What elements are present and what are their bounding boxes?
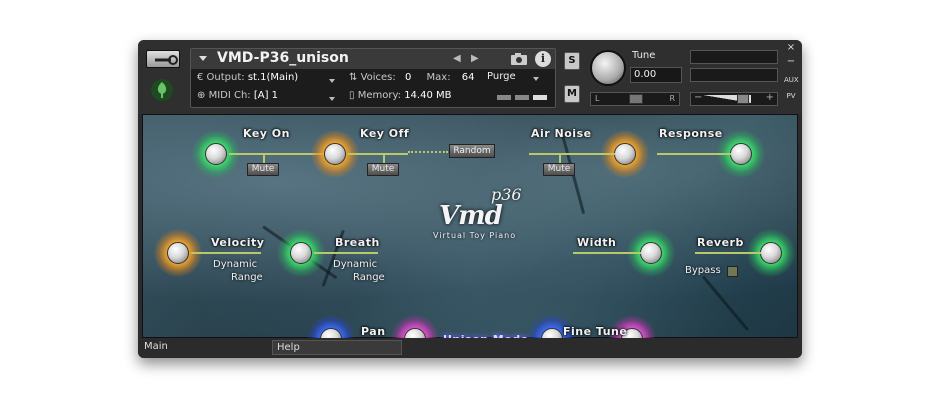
camera-snapshot-icon[interactable] bbox=[509, 51, 529, 67]
key-off-mute-button[interactable]: Mute bbox=[367, 163, 399, 176]
mute-button[interactable]: M bbox=[564, 85, 580, 103]
instrument-title-row: VMD-P36_unison ◀ ▶ i bbox=[191, 49, 555, 69]
help-field[interactable]: Help bbox=[272, 340, 402, 355]
reverb-knob[interactable] bbox=[760, 242, 782, 264]
volume-plus-label: + bbox=[765, 92, 774, 103]
velocity-line bbox=[191, 252, 261, 254]
edit-wrench-button[interactable] bbox=[146, 50, 180, 68]
key-off-label: Key Off bbox=[360, 127, 410, 140]
velocity-knob[interactable] bbox=[167, 242, 189, 264]
main-tab[interactable]: Main bbox=[144, 341, 168, 352]
minimize-button[interactable]: − bbox=[784, 56, 798, 67]
pan-left-label: L bbox=[595, 94, 600, 103]
output-row[interactable]: € Output: st.1(Main) bbox=[197, 72, 298, 88]
logo-brand: Vmd bbox=[439, 201, 503, 231]
voices-value: 0 bbox=[404, 72, 412, 83]
air-noise-label: Air Noise bbox=[531, 127, 592, 140]
peak-meter-right bbox=[690, 68, 778, 82]
tree-logo-icon bbox=[151, 79, 173, 101]
instrument-footer: Main Help bbox=[138, 338, 802, 358]
close-button[interactable]: × bbox=[784, 42, 798, 53]
width-knob[interactable] bbox=[640, 242, 662, 264]
key-off-dotted-line bbox=[408, 151, 448, 153]
pan-right-label: R bbox=[669, 94, 675, 103]
wrench-icon bbox=[155, 55, 178, 65]
reverb-label: Reverb bbox=[697, 236, 744, 249]
air-noise-line bbox=[529, 153, 615, 155]
response-knob[interactable] bbox=[730, 143, 752, 165]
next-instrument-arrow-icon[interactable]: ▶ bbox=[471, 53, 479, 64]
tune-value[interactable]: 0.00 bbox=[630, 67, 682, 83]
key-on-mute-stem bbox=[263, 153, 265, 163]
kontakt-instrument-window: VMD-P36_unison ◀ ▶ i € Output: st.1(Main… bbox=[138, 40, 802, 358]
reverb-bypass-checkbox[interactable] bbox=[727, 266, 738, 277]
width-line bbox=[573, 252, 641, 254]
midi-dropdown-icon[interactable] bbox=[329, 97, 335, 101]
random-button[interactable]: Random bbox=[449, 144, 495, 158]
output-value[interactable]: st.1(Main) bbox=[248, 72, 298, 83]
pan-slider[interactable]: L R bbox=[590, 92, 680, 106]
response-line bbox=[657, 153, 731, 155]
pv-button[interactable]: PV bbox=[784, 92, 798, 100]
air-noise-mute-button[interactable]: Mute bbox=[543, 163, 575, 176]
instrument-name[interactable]: VMD-P36_unison bbox=[217, 50, 349, 66]
purge-menu-button[interactable]: Purge bbox=[487, 71, 549, 87]
response-label: Response bbox=[659, 127, 723, 140]
key-on-mute-button[interactable]: Mute bbox=[247, 163, 279, 176]
velocity-range-label: Range bbox=[231, 272, 263, 283]
instrument-menu-arrow-icon[interactable] bbox=[199, 56, 207, 61]
breath-knob[interactable] bbox=[290, 242, 312, 264]
pan-slider-handle[interactable] bbox=[629, 94, 643, 104]
ram-meter bbox=[533, 95, 547, 100]
prev-instrument-arrow-icon[interactable]: ◀ bbox=[453, 53, 461, 64]
breath-range-label: Range bbox=[353, 272, 385, 283]
purge-dropdown-icon bbox=[533, 77, 539, 81]
midi-channel-value[interactable]: [A] 1 bbox=[254, 90, 278, 101]
air-noise-knob[interactable] bbox=[614, 143, 636, 165]
air-noise-mute-stem bbox=[559, 153, 561, 163]
key-off-line bbox=[348, 153, 408, 155]
velocity-label: Velocity bbox=[211, 236, 265, 249]
memory-value: 14.40 MB bbox=[404, 90, 452, 101]
background-crack bbox=[701, 275, 750, 332]
volume-slider[interactable]: − + bbox=[690, 92, 778, 106]
max-voices-value[interactable]: 64 bbox=[462, 72, 475, 83]
velocity-dynamic-label: Dynamic bbox=[213, 259, 258, 270]
logo-subtitle: Virtual Toy Piano bbox=[433, 231, 517, 240]
aux-button[interactable]: AUX bbox=[784, 76, 799, 84]
tune-label: Tune bbox=[632, 50, 656, 61]
memory-row: ▯ Memory: 14.40 MB bbox=[349, 90, 452, 101]
instrument-info-panel: VMD-P36_unison ◀ ▶ i € Output: st.1(Main… bbox=[190, 48, 556, 108]
breath-dynamic-label: Dynamic bbox=[333, 259, 378, 270]
peak-meter-left bbox=[690, 50, 778, 64]
info-icon[interactable]: i bbox=[535, 51, 551, 67]
breath-label: Breath bbox=[335, 236, 380, 249]
reverb-line bbox=[695, 252, 761, 254]
volume-minus-label: − bbox=[694, 92, 703, 103]
instrument-main-panel: Key On Mute Key Off Mute Random Air Nois… bbox=[142, 114, 798, 358]
voices-row: ⇅ Voices: 0 Max: 64 bbox=[349, 72, 475, 83]
key-on-knob[interactable] bbox=[205, 143, 227, 165]
fine-tune-label: Fine Tune bbox=[563, 325, 628, 338]
instrument-header: VMD-P36_unison ◀ ▶ i € Output: st.1(Main… bbox=[138, 40, 802, 114]
tune-knob[interactable] bbox=[590, 50, 626, 86]
output-dropdown-icon[interactable] bbox=[329, 79, 335, 83]
key-off-mute-stem bbox=[383, 153, 385, 163]
key-off-knob[interactable] bbox=[324, 143, 346, 165]
key-on-label: Key On bbox=[243, 127, 290, 140]
disk-meter bbox=[497, 95, 511, 100]
width-label: Width bbox=[577, 236, 617, 249]
pan-label: Pan bbox=[361, 325, 386, 338]
breath-line bbox=[314, 252, 378, 254]
volume-slider-handle[interactable] bbox=[737, 94, 749, 104]
bypass-label: Bypass bbox=[685, 265, 721, 276]
solo-button[interactable]: S bbox=[564, 52, 580, 70]
midi-channel-row[interactable]: ⊕ MIDI Ch: [A] 1 bbox=[197, 90, 278, 106]
cpu-meter bbox=[515, 95, 529, 100]
